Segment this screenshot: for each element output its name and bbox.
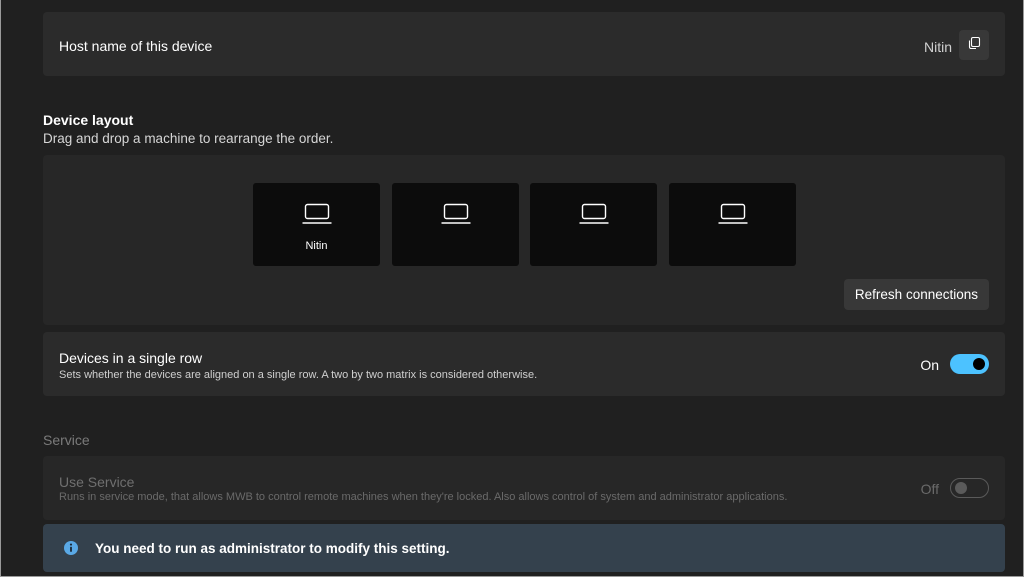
laptop-icon bbox=[302, 203, 332, 230]
laptop-icon bbox=[579, 203, 609, 230]
info-icon bbox=[63, 540, 79, 561]
single-row-title: Devices in a single row bbox=[59, 350, 203, 366]
machine-tile[interactable] bbox=[669, 183, 796, 266]
admin-info-bar: You need to run as administrator to modi… bbox=[43, 524, 1005, 572]
use-service-state-label: Off bbox=[920, 481, 939, 497]
machine-tile[interactable]: Nitin bbox=[253, 183, 380, 266]
laptop-icon bbox=[718, 203, 748, 230]
machine-tile[interactable] bbox=[392, 183, 519, 266]
single-row-description: Sets whether the devices are aligned on … bbox=[59, 369, 538, 381]
copy-button[interactable] bbox=[959, 30, 989, 60]
host-name-value: Nitin bbox=[923, 39, 952, 55]
use-service-toggle[interactable] bbox=[950, 478, 989, 498]
refresh-connections-button[interactable]: Refresh connections bbox=[843, 279, 989, 310]
copy-icon bbox=[967, 36, 981, 55]
service-section-title: Service bbox=[43, 432, 90, 448]
use-service-setting: Use Service Runs in service mode, that a… bbox=[43, 456, 1005, 520]
machine-name: Nitin bbox=[305, 240, 328, 252]
toggle-knob bbox=[955, 482, 967, 494]
device-layout-subtitle: Drag and drop a machine to rearrange the… bbox=[43, 131, 334, 146]
use-service-description: Runs in service mode, that allows MWB to… bbox=[59, 491, 788, 503]
single-row-setting: Devices in a single row Sets whether the… bbox=[43, 332, 1005, 396]
device-layout-area: Nitin Refresh connections bbox=[43, 155, 1005, 325]
single-row-state-label: On bbox=[920, 357, 939, 373]
laptop-icon bbox=[441, 203, 471, 230]
single-row-toggle[interactable] bbox=[950, 354, 989, 374]
machine-tile[interactable] bbox=[530, 183, 657, 266]
host-name-label: Host name of this device bbox=[59, 38, 213, 54]
device-layout-title: Device layout bbox=[43, 112, 134, 128]
use-service-title: Use Service bbox=[59, 474, 135, 490]
toggle-knob bbox=[973, 358, 985, 370]
host-name-card: Host name of this device Nitin bbox=[43, 12, 1005, 76]
admin-info-message: You need to run as administrator to modi… bbox=[95, 541, 450, 556]
